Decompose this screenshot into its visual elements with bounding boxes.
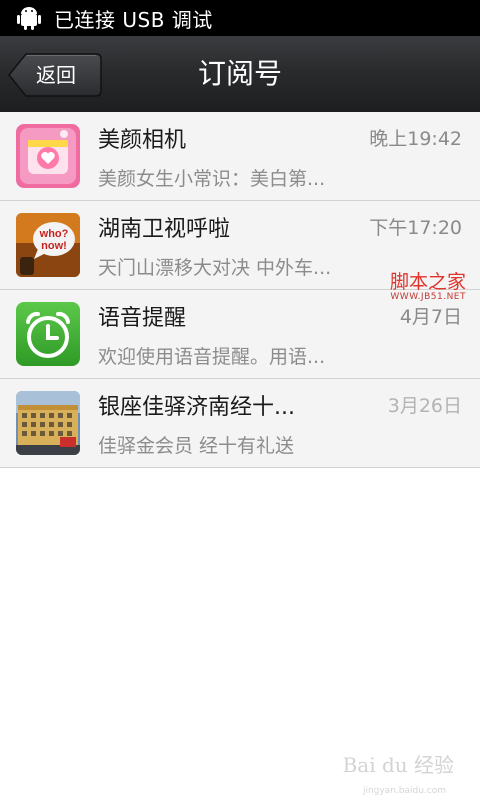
item-name: 湖南卫视呼啦: [98, 217, 231, 242]
list-item[interactable]: 美颜相机 晚上19:42 美颜女生小常识：美白第...: [0, 112, 480, 201]
android-debug-icon: [14, 3, 44, 33]
item-time: 下午17:20: [369, 217, 462, 239]
item-preview: 美颜女生小常识：美白第...: [98, 168, 326, 190]
page-title: 订阅号: [197, 57, 282, 90]
item-time: 晚上19:42: [369, 128, 462, 150]
item-name: 语音提醒: [98, 306, 187, 331]
item-time: 3月26日: [387, 395, 462, 417]
watermark-title: 脚本之家: [389, 271, 466, 293]
camera-heart-app-icon: [16, 124, 80, 188]
usb-debug-status: 已连接 USB 调试: [54, 7, 213, 32]
item-time: 4月7日: [399, 306, 462, 328]
list-item[interactable]: 语音提醒 4月7日 欢迎使用语音提醒。用语...: [0, 290, 480, 379]
watermark-url: WWW.JB51.NET: [390, 292, 466, 302]
baidu-jingyan-watermark: Bai du 经验: [342, 753, 454, 777]
item-name: 美颜相机: [98, 128, 187, 153]
item-preview: 佳驿金会员 经十有礼送: [98, 435, 295, 457]
item-preview: 欢迎使用语音提醒。用语...: [98, 346, 326, 368]
alarm-clock-app-icon: [16, 302, 80, 366]
status-bar: 已连接 USB 调试: [0, 0, 480, 36]
list-item[interactable]: 银座佳驿济南经十... 3月26日 佳驿金会员 经十有礼送: [0, 379, 480, 468]
item-name: 银座佳驿济南经十...: [98, 395, 295, 420]
svg-text:now!: now!: [41, 240, 67, 252]
who-now-app-icon: who? now!: [16, 213, 80, 277]
baidu-jingyan-url: jingyan.baidu.com: [362, 786, 446, 796]
hotel-building-icon: [16, 391, 80, 455]
svg-text:who?: who?: [39, 228, 69, 240]
site-watermark: 脚本之家 WWW.JB51.NET: [390, 272, 466, 302]
item-preview: 天门山漂移大对决 中外车...: [98, 257, 332, 279]
title-bar: 返回 订阅号: [0, 36, 480, 113]
